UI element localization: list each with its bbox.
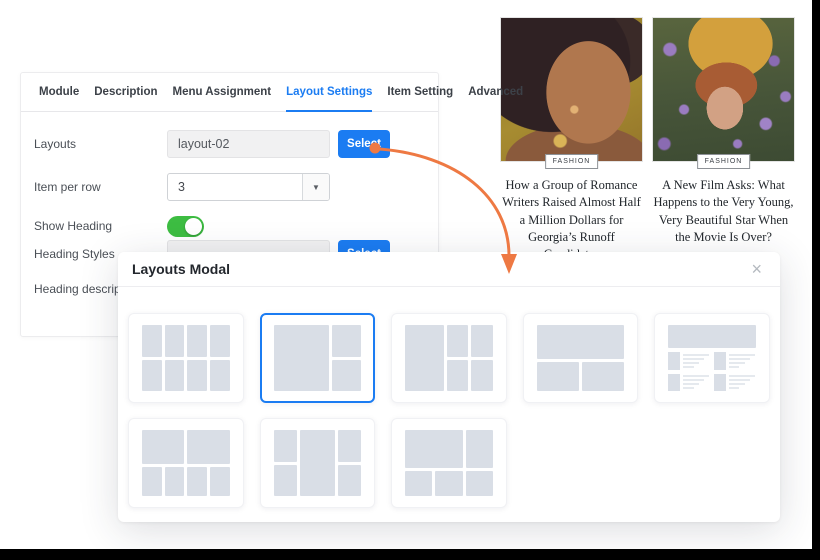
screen: Module Description Menu Assignment Layout S… (0, 0, 820, 560)
layout-preview-hero-left-2right (274, 325, 362, 391)
article-card: FASHION How a Group of Romance Writers R… (500, 17, 643, 277)
item-per-row-label: Item per row (21, 180, 167, 194)
article-title[interactable]: A New Film Asks: What Happens to the Ver… (652, 177, 795, 246)
modal-title: Layouts Modal (132, 261, 230, 277)
close-icon[interactable]: × (747, 258, 766, 280)
item-per-row-value: 3 (168, 180, 195, 194)
layout-preview-grid-4x2 (142, 325, 230, 391)
layout-thumbnail-4[interactable] (523, 313, 639, 403)
settings-tab-bar: Module Description Menu Assignment Layout S… (21, 73, 438, 112)
layout-preview-center-hero-sides (274, 430, 362, 496)
layout-preview-banner-list (668, 325, 756, 391)
chevron-down-icon: ▼ (302, 174, 329, 200)
layout-thumbnail-2-selected[interactable] (260, 313, 376, 403)
layout-thumbnail-7[interactable] (260, 418, 376, 508)
tab-description[interactable]: Description (94, 73, 157, 112)
layout-preview-hero-left-grid4 (405, 325, 493, 391)
tab-item-setting[interactable]: Item Setting (387, 73, 453, 112)
layouts-select-button[interactable]: Select (338, 130, 390, 158)
layout-preview-banner-2below (537, 325, 625, 391)
tab-module[interactable]: Module (39, 73, 79, 112)
show-heading-label: Show Heading (21, 219, 167, 233)
category-badge[interactable]: FASHION (697, 154, 751, 169)
layout-thumbnail-1[interactable] (128, 313, 244, 403)
modal-header: Layouts Modal × (118, 252, 780, 287)
toggle-knob (185, 218, 202, 235)
screen-edge-bottom (0, 549, 820, 560)
article-title[interactable]: How a Group of Romance Writers Raised Al… (500, 177, 643, 263)
layout-thumbnail-8[interactable] (391, 418, 507, 508)
screen-edge-right (812, 0, 820, 560)
layout-thumbnail-6[interactable] (128, 418, 244, 508)
layout-thumbnail-5[interactable] (654, 313, 770, 403)
tab-layout-settings[interactable]: Layout Settings (286, 73, 372, 112)
show-heading-toggle[interactable] (167, 216, 204, 237)
layout-thumbnail-grid (118, 287, 780, 522)
layout-preview-2top-4below (142, 430, 230, 496)
article-photo-lavender-field[interactable]: FASHION (652, 17, 795, 162)
layouts-modal: Layouts Modal × (118, 252, 780, 522)
layouts-label: Layouts (21, 137, 167, 151)
tab-menu-assignment[interactable]: Menu Assignment (173, 73, 272, 112)
article-card: FASHION A New Film Asks: What Happens to… (652, 17, 795, 260)
layouts-value-field[interactable]: layout-02 (167, 130, 330, 158)
tab-advanced[interactable]: Advanced (468, 73, 523, 112)
item-per-row-dropdown[interactable]: 3 ▼ (167, 173, 330, 201)
category-badge[interactable]: FASHION (545, 154, 599, 169)
layout-thumbnail-3[interactable] (391, 313, 507, 403)
layout-preview-hero-tall-3below (405, 430, 493, 496)
